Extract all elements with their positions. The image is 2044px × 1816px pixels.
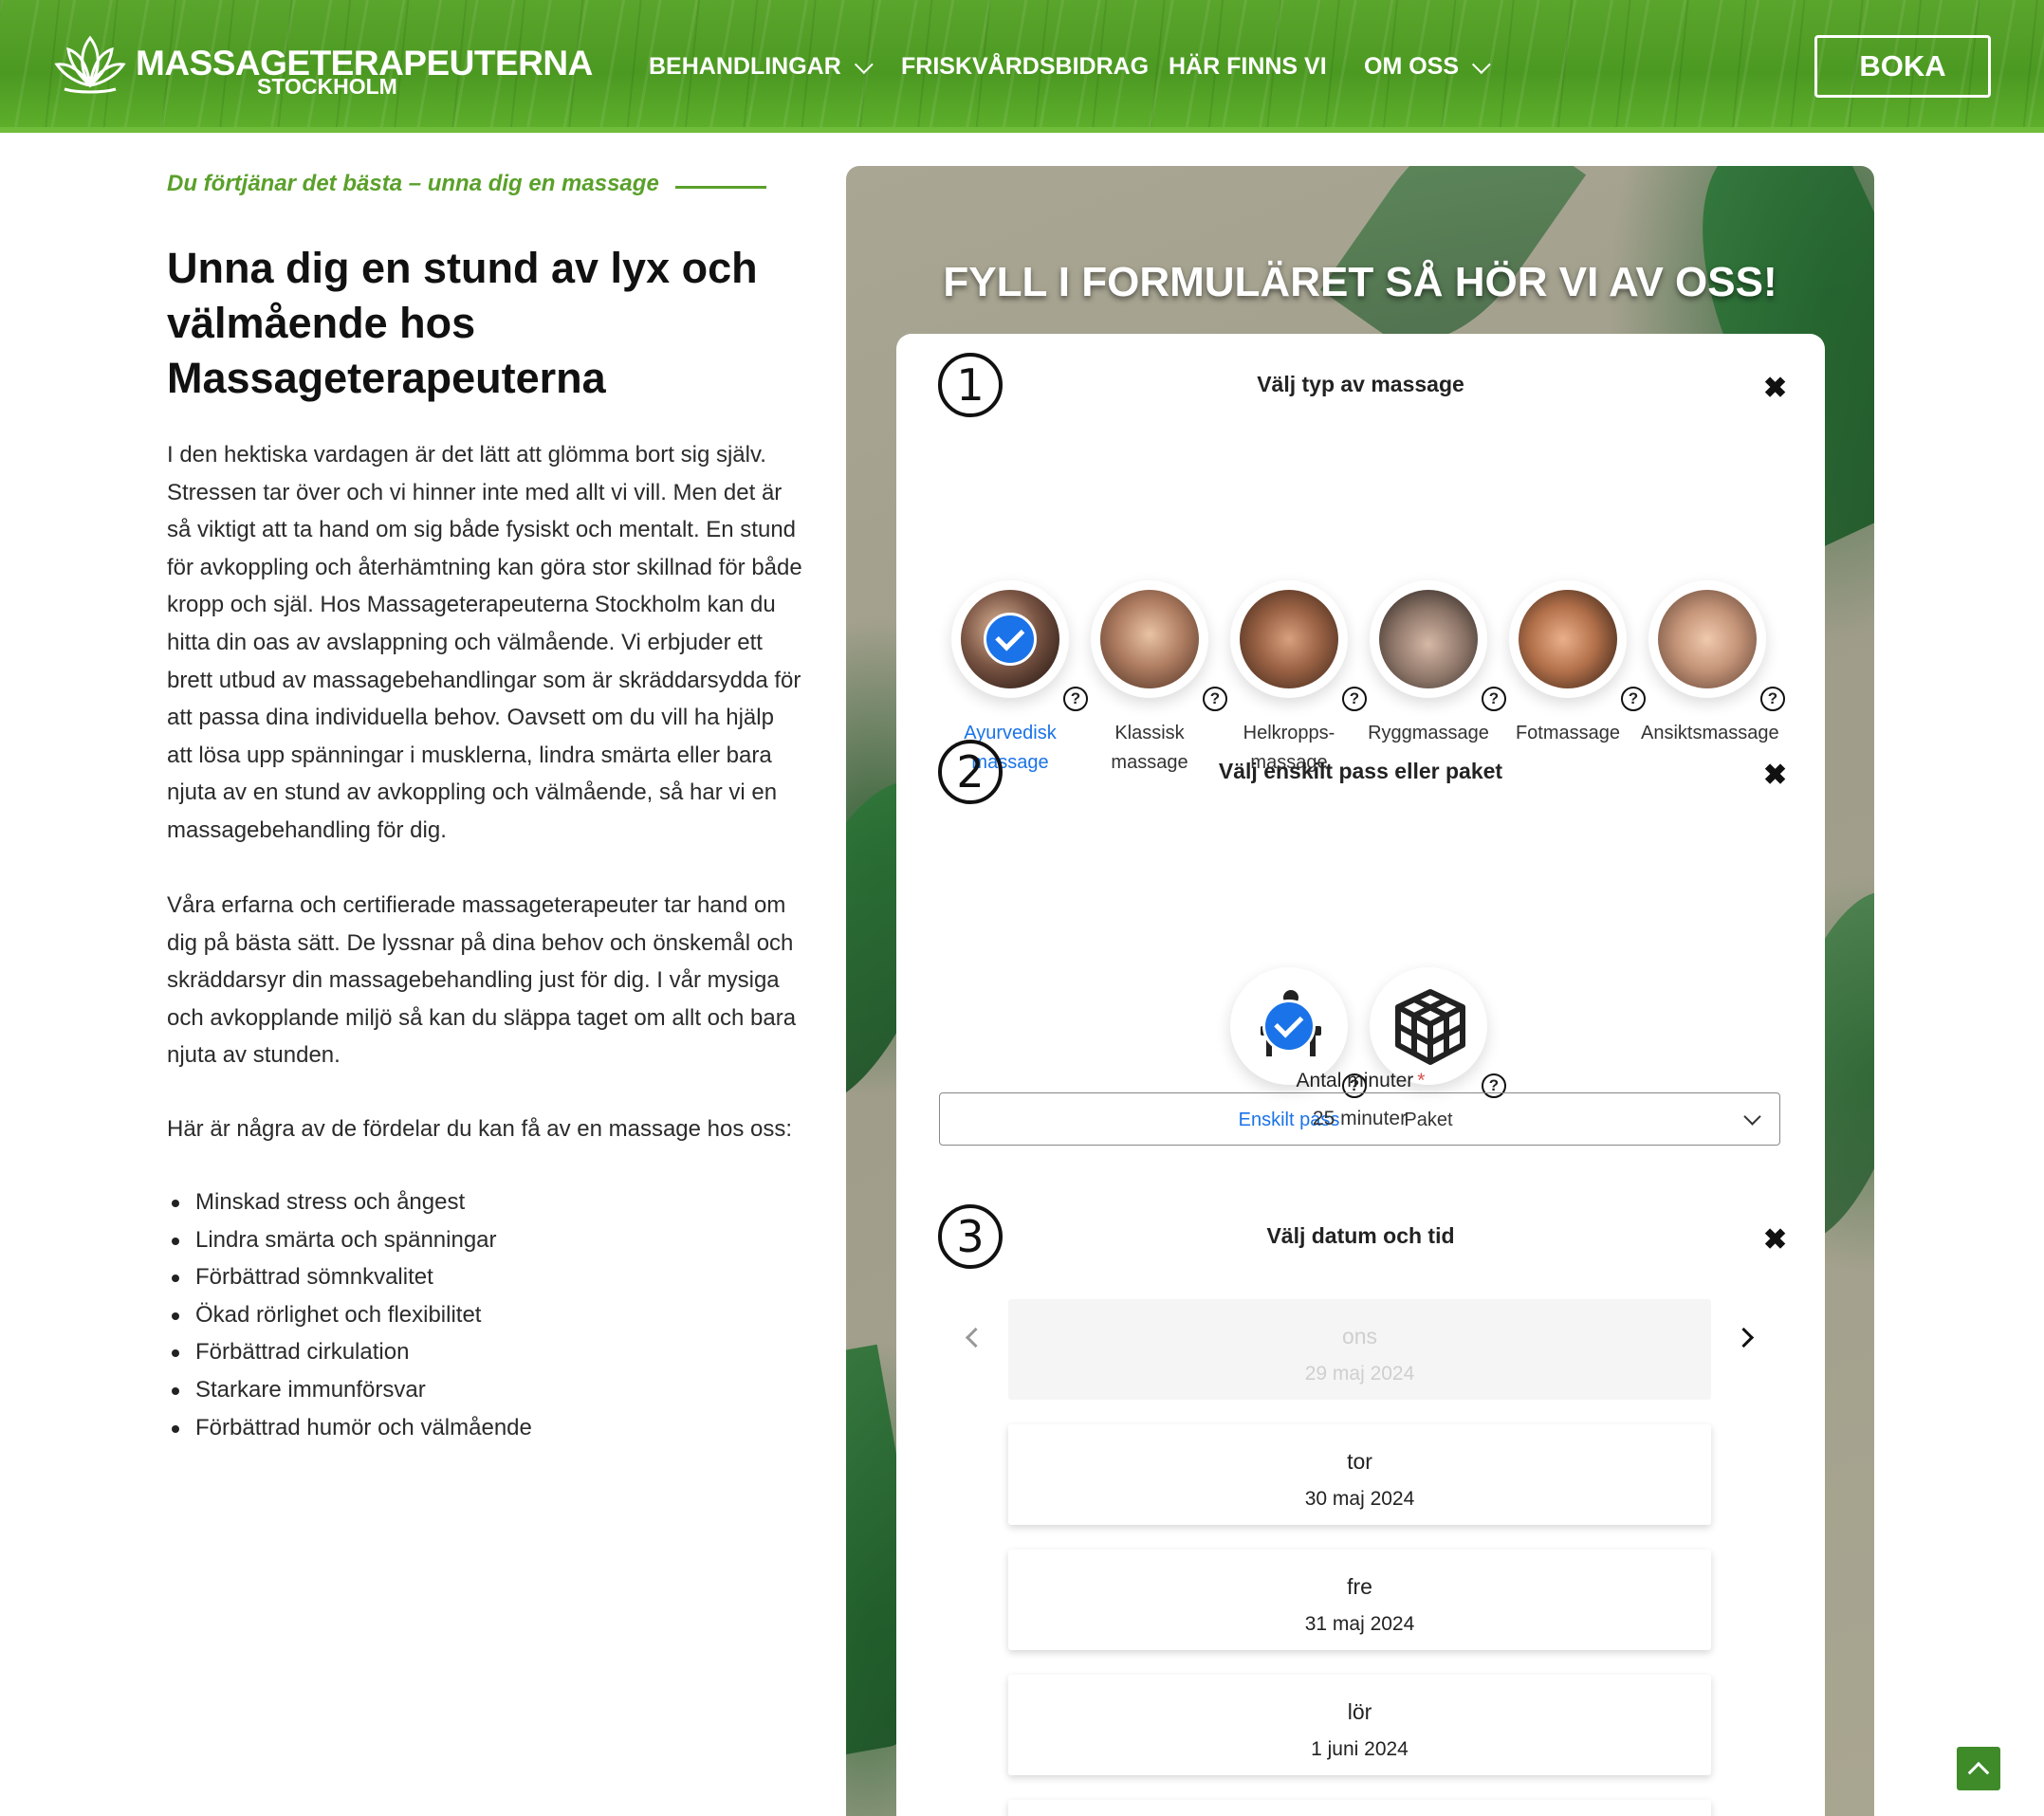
list-item: Ökad rörlighet och flexibilitet	[167, 1296, 532, 1334]
minutes-label: Antal minuter *	[896, 1070, 1825, 1092]
next-dates-arrow[interactable]	[1733, 1327, 1755, 1348]
option-circle: ?	[1370, 967, 1506, 1098]
chevron-down-icon	[1471, 54, 1491, 74]
required-marker: *	[1417, 1070, 1426, 1091]
cube-icon	[1395, 989, 1465, 1065]
nav-friskvardsbidrag[interactable]: FRISKVÅRDSBIDRAG	[901, 53, 1149, 81]
nav-label: HÄR FINNS VI	[1169, 53, 1327, 80]
date-day: tor	[1347, 1449, 1372, 1474]
nav-label: FRISKVÅRDSBIDRAG	[901, 53, 1150, 80]
list-item: Förbättrad cirkulation	[167, 1333, 532, 1371]
massage-photo	[1658, 590, 1757, 688]
intro-paragraph-2: Våra erfarna och certifierade massageter…	[167, 892, 797, 1069]
option-circle: ?	[1091, 580, 1227, 711]
list-item: Förbättrad sömnkvalitet	[167, 1258, 532, 1296]
option-ansiktsmassage[interactable]: ? Ansiktsmassage	[1641, 580, 1785, 748]
massage-photo	[1519, 590, 1617, 688]
site-logo[interactable]: MASSAGETERAPEUTERNA STOCKHOLM	[51, 32, 593, 99]
nav-om-oss[interactable]: OM OSS	[1364, 53, 1491, 81]
checkmark-icon	[1262, 1000, 1316, 1053]
step-1-title: Välj typ av massage	[1257, 372, 1464, 396]
booking-form: 1 Välj typ av massage ✖ ? Ayurvedisk mas…	[896, 334, 1825, 1816]
form-title: FYLL I FORMULÄRET SÅ HÖR VI AV OSS!	[943, 259, 1777, 305]
option-fotmassage[interactable]: ? Fotmassage	[1501, 580, 1646, 748]
close-icon[interactable]: ✖	[1763, 759, 1787, 792]
date-day: fre	[1347, 1574, 1372, 1599]
header-divider	[0, 127, 2044, 133]
step-3-title: Välj datum och tid	[1266, 1223, 1455, 1248]
lotus-icon	[54, 35, 126, 94]
nav-har-finns-vi[interactable]: HÄR FINNS VI	[1169, 53, 1327, 81]
chevron-down-icon	[1743, 1108, 1761, 1126]
date-date: 30 maj 2024	[1304, 1488, 1415, 1510]
nav-behandlingar[interactable]: BEHANDLINGAR	[649, 53, 874, 81]
intro-paragraph-1: I den hektiska vardagen är det lätt att …	[167, 442, 802, 843]
tagline-divider	[675, 186, 766, 189]
page-title: Unna dig en stund av lyx och välmående h…	[167, 244, 758, 402]
option-circle: ?	[1648, 580, 1785, 711]
step-2-title: Välj enskilt pass eller paket	[1218, 759, 1503, 783]
date-card[interactable]: tor 30 maj 2024	[1008, 1424, 1711, 1525]
help-icon[interactable]: ?	[1760, 687, 1785, 711]
intro-paragraph-3: Här är några av de fördelar du kan få av…	[167, 1116, 793, 1142]
list-item: Minskad stress och ångest	[167, 1183, 532, 1221]
option-helkroppsmassage[interactable]: ? Helkropps-massage	[1223, 580, 1367, 778]
logo-subtitle: STOCKHOLM	[257, 74, 397, 99]
option-klassisk-massage[interactable]: ? Klassisk massage	[1083, 580, 1227, 778]
date-day: lör	[1347, 1699, 1372, 1724]
minutes-label-text: Antal minuter	[1296, 1070, 1414, 1091]
date-card[interactable]: lör 1 juni 2024	[1008, 1675, 1711, 1775]
list-item: Lindra smärta och spänningar	[167, 1221, 532, 1259]
massage-photo	[1379, 590, 1478, 688]
checkmark-icon	[984, 613, 1037, 666]
minutes-value: 25 minuter	[1312, 1108, 1408, 1129]
option-circle: ?	[1509, 580, 1646, 711]
massage-photo	[1240, 590, 1338, 688]
back-to-top-button[interactable]	[1957, 1747, 2000, 1790]
option-label: Ansiktsmassage	[1641, 723, 1779, 743]
date-date: 1 juni 2024	[1311, 1738, 1409, 1760]
close-icon[interactable]: ✖	[1763, 1223, 1787, 1257]
site-header: MASSAGETERAPEUTERNA STOCKHOLM BEHANDLING…	[0, 0, 2044, 133]
minutes-select[interactable]: 25 minuter	[939, 1092, 1780, 1146]
chevron-down-icon	[854, 54, 874, 74]
massage-photo	[1100, 590, 1199, 688]
date-card-partial	[1008, 1800, 1711, 1816]
date-day: ons	[1341, 1324, 1378, 1348]
booking-panel: FYLL I FORMULÄRET SÅ HÖR VI AV OSS! 1 Vä…	[846, 166, 1874, 1816]
option-circle: ?	[1230, 967, 1367, 1098]
nav-label: OM OSS	[1364, 53, 1460, 80]
close-icon[interactable]: ✖	[1763, 372, 1787, 405]
option-circle: ?	[1370, 580, 1506, 711]
date-card[interactable]: fre 31 maj 2024	[1008, 1550, 1711, 1650]
nav-label: BEHANDLINGAR	[649, 53, 841, 80]
date-date: 29 maj 2024	[1304, 1363, 1415, 1385]
boka-button[interactable]: BOKA	[1814, 35, 1991, 98]
list-item: Starkare immunförsvar	[167, 1371, 532, 1409]
list-item: Förbättrad humör och välmående	[167, 1409, 532, 1447]
tagline: Du förtjänar det bästa – unna dig en mas…	[167, 171, 659, 196]
previous-dates-arrow[interactable]	[965, 1327, 986, 1348]
date-card: ons 29 maj 2024	[1008, 1299, 1711, 1400]
benefits-list: Minskad stress och ångest Lindra smärta …	[167, 1183, 532, 1446]
date-date: 31 maj 2024	[1304, 1613, 1415, 1635]
option-circle: ?	[1230, 580, 1367, 711]
option-ryggmassage[interactable]: ? Ryggmassage	[1362, 580, 1506, 748]
option-label: Fotmassage	[1515, 723, 1621, 743]
option-circle: ?	[951, 580, 1088, 711]
option-label: Ryggmassage	[1368, 723, 1489, 743]
